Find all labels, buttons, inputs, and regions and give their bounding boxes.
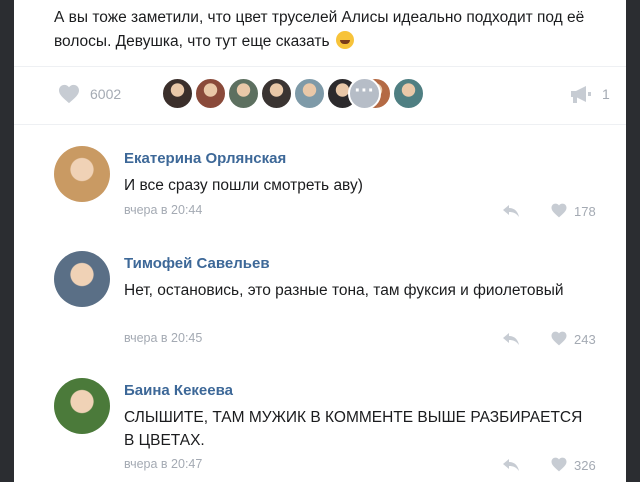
post-card: А вы тоже заметили, что цвет труселей Ал… bbox=[14, 0, 626, 482]
reply-icon[interactable] bbox=[502, 204, 520, 218]
liker-avatar[interactable] bbox=[392, 77, 425, 110]
comment-author[interactable]: Тимофей Савельев bbox=[124, 255, 270, 272]
liker-avatar[interactable] bbox=[227, 77, 260, 110]
grinning-face-icon bbox=[335, 31, 354, 49]
liker-avatar[interactable] bbox=[293, 77, 326, 110]
comment-author[interactable]: Екатерина Орлянская bbox=[124, 150, 286, 167]
comment-time[interactable]: вчера в 20:44 bbox=[124, 203, 202, 217]
avatar[interactable] bbox=[54, 251, 110, 307]
liker-avatar[interactable] bbox=[260, 77, 293, 110]
comment-time[interactable]: вчера в 20:47 bbox=[124, 457, 202, 471]
comment-time[interactable]: вчера в 20:45 bbox=[124, 331, 202, 345]
likes-count[interactable]: 6002 bbox=[90, 86, 121, 102]
heart-icon[interactable] bbox=[58, 84, 80, 104]
comment-likes-count[interactable]: 326 bbox=[574, 458, 596, 473]
divider bbox=[14, 66, 626, 67]
reply-icon[interactable] bbox=[502, 458, 520, 472]
heart-icon[interactable] bbox=[550, 203, 568, 218]
comment-author[interactable]: Баина Кекеева bbox=[124, 382, 233, 399]
shares-count[interactable]: 1 bbox=[602, 86, 610, 102]
comment-text: И все сразу пошли смотреть аву) bbox=[124, 177, 363, 194]
avatar[interactable] bbox=[54, 378, 110, 434]
comment-text: СЛЫШИТЕ, ТАМ МУЖИК В КОММЕНТЕ ВЫШЕ РАЗБИ… bbox=[124, 409, 583, 449]
comment-likes-count[interactable]: 178 bbox=[574, 204, 596, 219]
avatar[interactable] bbox=[54, 146, 110, 202]
post-text-content: А вы тоже заметили, что цвет труселей Ал… bbox=[54, 9, 585, 50]
megaphone-share-icon[interactable] bbox=[569, 84, 593, 104]
more-likers-icon[interactable]: ··· bbox=[348, 77, 381, 110]
liker-avatar[interactable] bbox=[161, 77, 194, 110]
comment-text: Нет, остановись, это разные тона, там фу… bbox=[124, 282, 564, 299]
reply-icon[interactable] bbox=[502, 332, 520, 346]
post-text: А вы тоже заметили, что цвет труселей Ал… bbox=[54, 6, 614, 54]
heart-icon[interactable] bbox=[550, 457, 568, 472]
comment-likes-count[interactable]: 243 bbox=[574, 332, 596, 347]
liker-avatar[interactable] bbox=[194, 77, 227, 110]
divider bbox=[14, 124, 626, 125]
heart-icon[interactable] bbox=[550, 331, 568, 346]
post-actions-row: 6002 ··· 1 bbox=[54, 76, 614, 112]
